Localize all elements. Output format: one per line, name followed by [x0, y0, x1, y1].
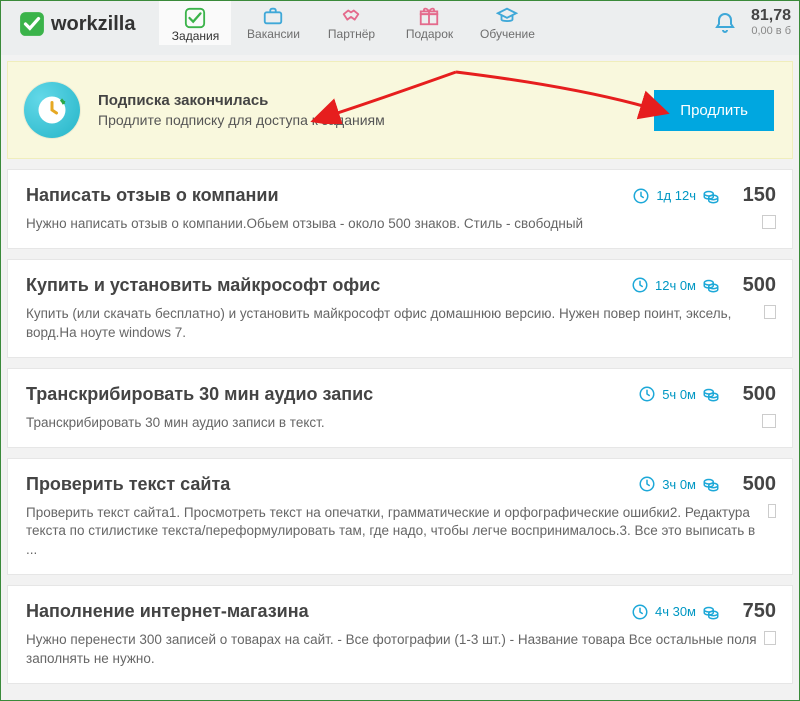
task-title: Проверить текст сайта — [26, 474, 638, 495]
task-checkbox[interactable] — [764, 631, 776, 645]
clock-icon — [638, 475, 656, 493]
nav-item-briefcase[interactable]: Вакансии — [237, 1, 309, 45]
balance-sub: 0,00 в б — [751, 25, 791, 37]
task-desc: Купить (или скачать бесплатно) и установ… — [26, 305, 764, 343]
task-card[interactable]: Транскрибировать 30 мин аудио запис 5ч 0м… — [7, 368, 793, 448]
balance-main: 81,78 — [751, 7, 791, 25]
subscription-banner: Подписка закончилась Продлите подписку д… — [7, 61, 793, 159]
annotation-arrow-icon — [306, 64, 686, 124]
task-price: 500 — [732, 473, 776, 496]
nav-item-handshake[interactable]: Партнёр — [315, 1, 387, 45]
cap-icon — [496, 5, 518, 27]
coins-icon — [702, 276, 720, 294]
task-time: 12ч 0м — [655, 278, 696, 293]
task-title: Наполнение интернет-магазина — [26, 601, 631, 622]
logo[interactable]: workzilla — [1, 1, 149, 47]
task-time: 5ч 0м — [662, 387, 696, 402]
task-desc: Проверить текст сайта1. Просмотреть текс… — [26, 504, 768, 561]
task-price: 150 — [732, 184, 776, 207]
nav-item-label: Партнёр — [328, 27, 375, 41]
coins-icon — [702, 603, 720, 621]
task-checkbox[interactable] — [764, 305, 776, 319]
task-price: 500 — [732, 383, 776, 406]
task-checkbox[interactable] — [762, 414, 776, 428]
nav-item-label: Обучение — [480, 27, 535, 41]
logo-check-icon — [19, 11, 45, 37]
task-card[interactable]: Наполнение интернет-магазина 4ч 30м 750 Нуж… — [7, 585, 793, 684]
task-title: Транскрибировать 30 мин аудио запис — [26, 384, 638, 405]
task-price: 500 — [732, 274, 776, 297]
nav-item-label: Подарок — [406, 27, 453, 41]
nav-item-gift[interactable]: Подарок — [393, 1, 465, 45]
nav-item-cap[interactable]: Обучение — [471, 1, 543, 45]
task-checkbox[interactable] — [768, 504, 776, 518]
coins-icon — [702, 475, 720, 493]
task-desc: Нужно перенести 300 записей о товарах на… — [26, 631, 764, 669]
clock-emblem-icon — [24, 82, 80, 138]
bell-icon — [713, 11, 737, 35]
nav-item-check[interactable]: Задания — [159, 1, 231, 45]
task-time: 4ч 30м — [655, 604, 696, 619]
task-desc: Транскрибировать 30 мин аудио записи в т… — [26, 414, 325, 433]
balance: 81,78 0,00 в б — [745, 1, 799, 37]
nav-item-label: Вакансии — [247, 27, 300, 41]
task-title: Написать отзыв о компании — [26, 185, 632, 206]
task-time: 1д 12ч — [656, 188, 696, 203]
clock-icon — [631, 276, 649, 294]
task-list: Написать отзыв о компании 1д 12ч 150 Нужно … — [1, 169, 799, 684]
task-desc: Нужно написать отзыв о компании.Обьем от… — [26, 215, 583, 234]
nav-item-label: Задания — [172, 29, 219, 43]
task-time: 3ч 0м — [662, 477, 696, 492]
coins-icon — [702, 187, 720, 205]
task-card[interactable]: Проверить текст сайта 3ч 0м 500 Проверить т… — [7, 458, 793, 576]
task-checkbox[interactable] — [762, 215, 776, 229]
gift-icon — [418, 5, 440, 27]
handshake-icon — [340, 5, 362, 27]
check-icon — [184, 7, 206, 29]
notifications-bell[interactable] — [705, 1, 745, 40]
coins-icon — [702, 385, 720, 403]
task-price: 750 — [732, 600, 776, 623]
briefcase-icon — [262, 5, 284, 27]
header: workzilla Задания Вакансии Партнёр Подарок О… — [1, 1, 799, 55]
task-title: Купить и установить майкрософт офис — [26, 275, 631, 296]
task-card[interactable]: Написать отзыв о компании 1д 12ч 150 Нужно … — [7, 169, 793, 249]
task-card[interactable]: Купить и установить майкрософт офис 12ч 0… — [7, 259, 793, 358]
nav: Задания Вакансии Партнёр Подарок Обучение — [159, 1, 543, 45]
brand-name: workzilla — [51, 13, 135, 36]
clock-icon — [638, 385, 656, 403]
clock-icon — [632, 187, 650, 205]
clock-icon — [631, 603, 649, 621]
